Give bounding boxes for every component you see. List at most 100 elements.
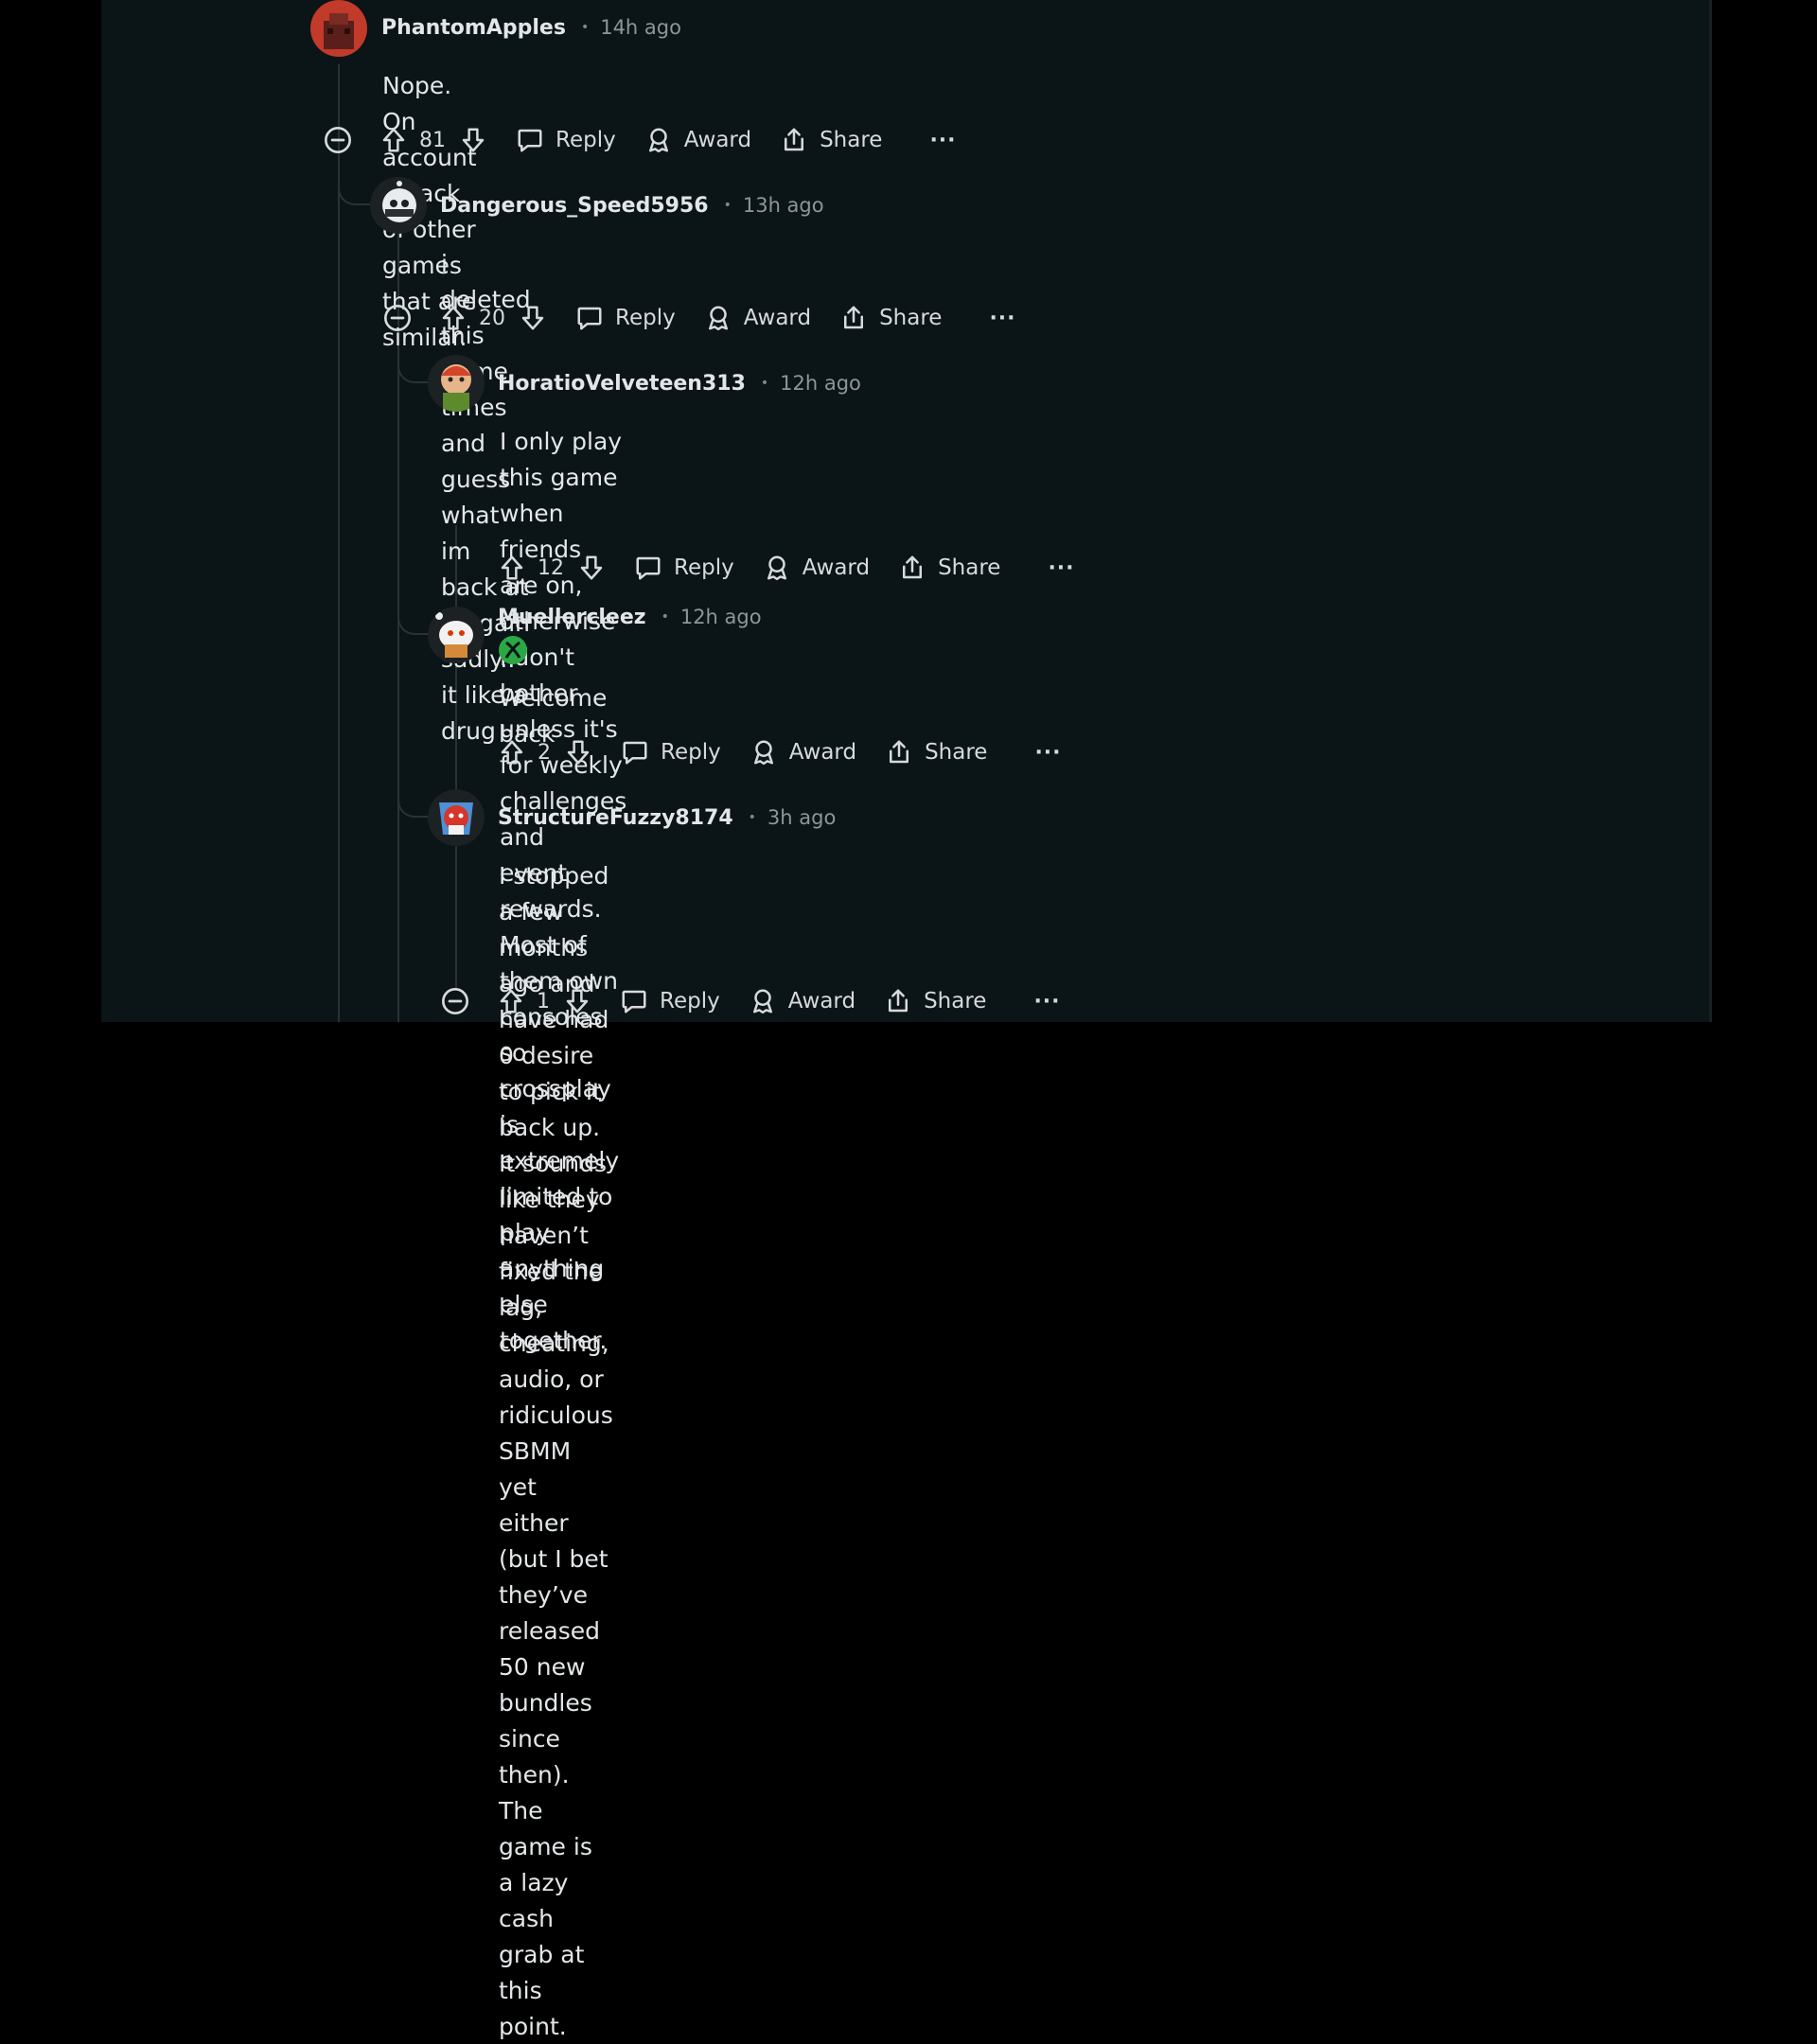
collapse-icon[interactable] [440,986,470,1016]
more-icon[interactable]: ··· [989,307,1015,330]
award-label: Award [788,740,857,765]
share-button[interactable]: Share [898,554,1000,582]
more-icon[interactable]: ··· [929,129,956,152]
score: 12 [538,555,564,580]
award-button[interactable]: Award [644,126,751,154]
avatar[interactable] [370,177,427,234]
comment-actions: 2 Reply Award Share ··· [498,731,1062,773]
avatar[interactable] [310,0,367,57]
score: 81 [419,128,446,152]
share-button[interactable]: Share [839,304,942,332]
timestamp[interactable]: 14h ago [600,16,681,39]
reply-button[interactable]: Reply [516,126,616,154]
award-button[interactable]: Award [749,987,856,1015]
downvote-icon[interactable] [577,554,606,582]
collapse-icon[interactable] [382,303,413,333]
share-button[interactable]: Share [780,126,882,154]
username[interactable]: HoratioVelveteen313 [498,372,746,396]
downvote-icon[interactable] [459,126,487,154]
comment-line: The game is a lazy cash grab at this poi… [499,1797,592,2040]
reply-icon [621,738,649,766]
upvote-icon[interactable] [379,126,408,154]
username[interactable]: StructureFuzzy8174 [498,806,733,830]
award-button[interactable]: Award [704,304,811,332]
upvote-icon[interactable] [498,738,526,766]
award-label: Award [743,306,812,330]
reply-button[interactable]: Reply [621,738,721,766]
comment-actions: 1 Reply Award Share ··· [440,980,1061,1022]
award-label: Award [787,989,856,1013]
more-icon[interactable]: ··· [1034,741,1061,765]
timestamp[interactable]: 12h ago [780,372,861,395]
award-label: Award [802,555,871,580]
share-button[interactable]: Share [884,987,986,1015]
comment-meta: Dangerous_Speed5956 • 13h ago [440,188,824,222]
reply-label: Reply [660,989,720,1013]
award-icon [750,738,778,766]
username[interactable]: Muellercleez [498,606,646,629]
score: 2 [538,740,551,765]
reply-icon [620,987,648,1015]
award-button[interactable]: Award [750,738,856,766]
xbox-icon [499,636,527,664]
share-label: Share [938,555,1001,580]
separator-dot: • [760,376,769,391]
comment-actions: 81 Reply Award Share ··· [323,119,957,161]
award-icon [704,304,732,332]
collapse-icon[interactable] [323,125,353,155]
share-icon [839,304,868,332]
reply-button[interactable]: Reply [575,304,676,332]
more-icon[interactable]: ··· [1048,556,1074,580]
separator-dot: • [723,198,732,213]
separator-dot: • [661,609,669,625]
reply-label: Reply [615,306,676,330]
award-icon [749,987,777,1015]
share-icon [884,987,912,1015]
thread-elbow [397,789,432,818]
award-icon [644,126,673,154]
award-icon [763,554,791,582]
more-icon[interactable]: ··· [1033,990,1060,1013]
avatar[interactable] [428,355,485,412]
upvote-icon[interactable] [497,987,525,1015]
reply-button[interactable]: Reply [620,987,720,1015]
comment-line: lag, cheating, audio, or ridiculous SBMM… [499,1294,613,1788]
thread-elbow [397,355,432,383]
timestamp[interactable]: 3h ago [767,806,836,829]
timestamp[interactable]: 13h ago [743,194,824,217]
share-button[interactable]: Share [885,738,987,766]
reply-icon [575,304,604,332]
award-button[interactable]: Award [763,554,870,582]
upvote-icon[interactable] [439,304,467,332]
comment-meta: Muellercleez • 12h ago [498,600,762,634]
avatar[interactable] [428,789,485,846]
comment-actions: 12 Reply Award Share ··· [498,547,1075,589]
thread-line[interactable] [338,64,340,1022]
scrollbar-track[interactable] [1709,0,1712,1022]
thread-elbow [397,607,432,635]
downvote-icon[interactable] [563,987,591,1015]
downvote-icon[interactable] [519,304,547,332]
upvote-icon[interactable] [498,554,526,582]
reply-icon [634,554,662,582]
timestamp[interactable]: 12h ago [680,606,762,628]
reply-button[interactable]: Reply [634,554,734,582]
comment-body: I stopped a few months ago and have had … [499,858,613,2044]
avatar[interactable] [428,607,485,663]
comment-actions: 20 Reply Award Share ··· [382,297,1016,339]
score: 20 [479,306,505,330]
comment-line: I stopped a few months ago and have had … [499,862,609,1285]
reply-label: Reply [661,740,721,765]
score: 1 [537,989,550,1013]
username[interactable]: Dangerous_Speed5956 [440,194,709,218]
reply-label: Reply [674,555,734,580]
username[interactable]: PhantomApples [381,16,566,40]
reply-icon [516,126,544,154]
share-icon [898,554,926,582]
downvote-icon[interactable] [564,738,592,766]
separator-dot: • [748,810,756,825]
comment-meta: StructureFuzzy8174 • 3h ago [498,801,836,835]
share-icon [780,126,808,154]
award-label: Award [683,128,752,152]
share-label: Share [924,989,987,1013]
